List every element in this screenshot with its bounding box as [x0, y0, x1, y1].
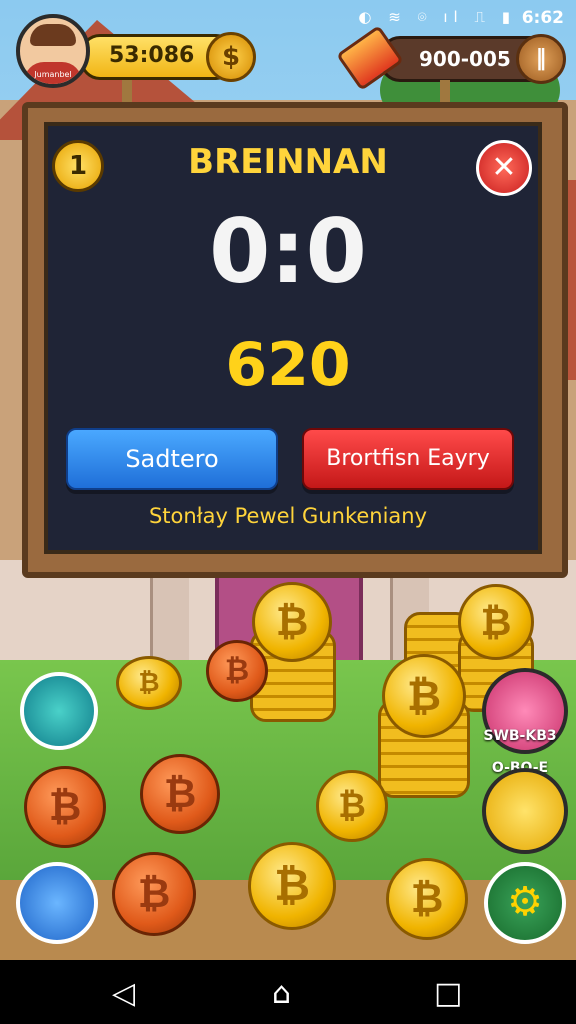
status-icons: ◐ ≋ ⌾ ıl ⎍ ▮ [358, 8, 516, 26]
gem-count: 900-005 [419, 47, 511, 71]
drill-tool-button[interactable] [20, 672, 98, 750]
copper-coin[interactable]: ₿ [112, 852, 196, 936]
right-action-button[interactable]: Brortfisn Eayry [302, 428, 514, 490]
coin[interactable]: ₿ [116, 656, 182, 710]
gem-shop-button[interactable]: ‖ [516, 34, 566, 84]
coin[interactable]: ₿ [248, 842, 336, 930]
copper-coin[interactable]: ₿ [24, 766, 106, 848]
player-avatar[interactable]: Jumanbel [16, 14, 90, 88]
syringe-tool-button[interactable] [16, 862, 98, 944]
left-action-button[interactable]: Sadtero [66, 428, 278, 490]
copper-coin[interactable]: ₿ [206, 640, 268, 702]
status-bar: ◐ ≋ ⌾ ıl ⎍ ▮ 6:62 [0, 0, 576, 36]
settings-gear-button[interactable]: ⚙ [484, 862, 566, 944]
friend-avatar[interactable] [482, 768, 568, 854]
level-badge: 1 [52, 140, 104, 192]
coin[interactable]: ₿ [382, 654, 466, 738]
player-name: Jumanbel [34, 70, 72, 79]
coin-shop-button[interactable]: $ [206, 32, 256, 82]
score-display: 0:0 [209, 200, 367, 303]
back-icon[interactable]: ◁ [112, 976, 135, 1011]
close-button[interactable]: ✕ [476, 140, 532, 196]
board-subtitle: Stonłay Pewel Gunkeniany [148, 504, 428, 528]
coin[interactable]: ₿ [316, 770, 388, 842]
home-icon[interactable]: ⌂ [272, 976, 291, 1011]
coin-count: 53:086 [109, 43, 195, 68]
coin[interactable]: ₿ [386, 858, 468, 940]
friend-name: SWB-KB3 [483, 728, 557, 744]
recents-icon[interactable]: □ [434, 976, 462, 1011]
coin[interactable]: ₿ [458, 584, 534, 660]
coin[interactable]: ₿ [252, 582, 332, 662]
copper-coin[interactable]: ₿ [140, 754, 220, 834]
status-clock: 6:62 [521, 8, 564, 28]
points-display: 620 [225, 330, 351, 400]
board-title: BREINNAN [188, 142, 388, 182]
avatar-hair [30, 24, 76, 46]
